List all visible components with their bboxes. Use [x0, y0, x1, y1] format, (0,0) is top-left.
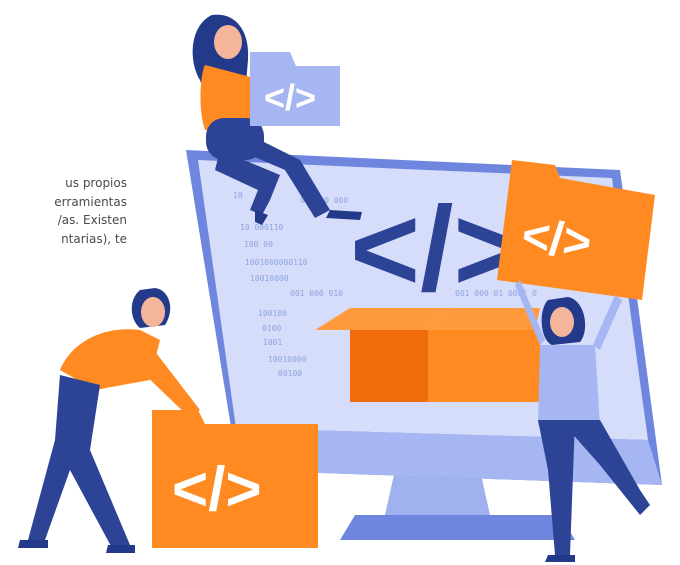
- binary-line: 100100: [258, 309, 287, 318]
- folder-sitting-woman: </>: [250, 52, 340, 126]
- binary-line: 10010000: [268, 355, 307, 364]
- binary-line: 10010000: [250, 274, 289, 283]
- binary-line: 001 000 010: [290, 289, 343, 298]
- folder-code-label: </>: [264, 77, 316, 118]
- binary-line: 1001: [263, 338, 282, 347]
- binary-line: 100 00: [244, 240, 273, 249]
- developers-illustration: 10 00 100 000 10 000110 100 00 100100000…: [18, 14, 662, 562]
- big-code-symbol: </>: [350, 182, 524, 316]
- folder-left-woman: </>: [152, 410, 318, 548]
- binary-line: 1001000000110: [245, 258, 308, 267]
- folder-code-label: </>: [172, 455, 262, 524]
- binary-line: 10: [233, 191, 243, 200]
- folder-code-label: </>: [519, 209, 594, 270]
- binary-line: 0100: [262, 324, 281, 333]
- folder-right-woman: </>: [497, 160, 655, 300]
- binary-line: 00100: [278, 369, 302, 378]
